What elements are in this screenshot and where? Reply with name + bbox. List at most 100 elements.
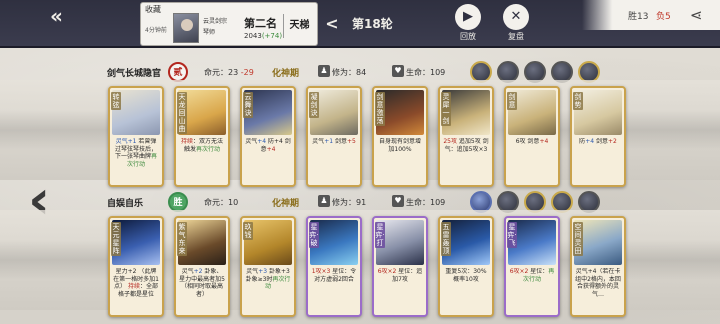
round-prev-button[interactable]: < — [325, 15, 339, 33]
double-arrow-left-icon: « — [50, 4, 63, 28]
card-desc-text: 自身现有剑意增加100% — [378, 138, 421, 153]
card-description: 防+4 剑意+2 — [575, 138, 621, 184]
player1-xiuwei: 修为：84 — [332, 68, 367, 77]
player2-card[interactable]: 五雷轰顶重复5次：30%概率10攻 — [438, 216, 494, 317]
player1-card[interactable]: 天龙回山曲持续：双方无法触发再次行动 — [174, 86, 230, 187]
player2-card[interactable]: 星弈·打 6攻×2 星位：追加7攻 — [372, 216, 428, 317]
player1-card[interactable]: 灵犀一剑 25攻 追加5攻 剑气：追加5攻×3 — [438, 86, 494, 187]
mingyuan-value: 10 — [228, 198, 239, 207]
card-desc-text: 星位： — [528, 268, 549, 275]
card-desc-text: 灵气 — [181, 268, 194, 275]
chevron-left-icon: < — [325, 14, 339, 33]
player2-card[interactable]: 紫气东来灵气+2 卦象、星力中最高者加5（相同时取最高者） — [174, 216, 230, 317]
card-description: 持续：双方无法触发再次行动 — [179, 138, 225, 184]
card-desc-text: 防+4 剑意 — [260, 138, 291, 153]
card-desc-text: 6攻 剑意 — [515, 138, 540, 145]
card-desc-text: 星位：追加7攻 — [392, 268, 423, 283]
lose-count: 负5 — [656, 12, 671, 22]
card-desc-text: +1 — [324, 138, 334, 145]
card-description: 灵气+4 防+4 剑意+4 — [245, 138, 291, 184]
card-description: 25攻 追加5攻 剑气：追加5攻×3 — [443, 138, 489, 184]
card-description: 自身现有剑意增加100% — [377, 138, 423, 184]
card-description: 1攻×3 星位：令对方虚弱2回合 — [311, 268, 357, 314]
player-name: 云灵剑宗 — [203, 18, 228, 25]
hp-icon: ♥ — [392, 65, 404, 77]
ladder-label: 天梯 — [283, 14, 315, 38]
player2-xiuwei: 修为：91 — [332, 198, 367, 207]
card-description: 灵气+1 若曾弹过琴弦琴技后，下一张琴曲牌再次行动 — [113, 138, 159, 184]
card-name: 剑意激荡 — [375, 92, 385, 126]
cultivation-icon: ♟ — [318, 195, 330, 207]
mingyuan-value: 23 — [228, 68, 239, 77]
card-description: 灵气+2 卦象、星力中最高者加5（相同时取最高者） — [179, 268, 225, 314]
card-description: 重复5次：30%概率10攻 — [443, 268, 489, 314]
card-name: 云舞诀 — [243, 92, 253, 118]
player1-card[interactable]: 转弦灵气+1 若曾弹过琴弦琴技后，下一张琴曲牌再次行动 — [108, 86, 164, 187]
back-button[interactable]: « — [50, 6, 76, 26]
card-description: 灵气+1 剑意+5 — [311, 138, 357, 184]
card-name: 转弦 — [111, 92, 121, 110]
card-name: 凝剑诀 — [309, 92, 319, 118]
player1-realm: 化神期 — [272, 69, 300, 79]
player2-realm: 化神期 — [272, 199, 300, 209]
card-name: 剑意 — [507, 92, 517, 110]
card-name: 天龙回山曲 — [177, 92, 187, 134]
card-description: 星力+2 （此牌在第一格时多加1点） 持续：全部格子都是星位 — [113, 268, 159, 314]
avatar — [173, 13, 199, 43]
card-name: 五雷轰顶 — [441, 222, 451, 256]
card-desc-text: 重复5次：30%概率10攻 — [445, 268, 487, 283]
card-desc-text: 持续 — [180, 138, 193, 145]
player-subtitle: 琴师 — [203, 29, 216, 36]
player2-card[interactable]: 玖钱 灵气+3 卦象+3 卦象≥3时再次行动 — [240, 216, 296, 317]
top-bar: « 收藏 4分钟前 云灵剑宗 琴师 第二名 2043(+74) 天梯 < 第18… — [0, 0, 720, 48]
mingyuan-label: 命元： — [204, 198, 228, 207]
card-desc-text: +4 — [539, 138, 549, 145]
card-desc-text: +2 — [607, 138, 617, 145]
match-info-panel: 收藏 4分钟前 云灵剑宗 琴师 第二名 2043(+74) 天梯 — [140, 2, 318, 46]
card-desc-text: +4 — [266, 145, 276, 153]
collect-label[interactable]: 收藏 — [145, 4, 161, 15]
card-name: 星弈·打 — [375, 222, 385, 248]
player1-card[interactable]: 凝剑诀灵气+1 剑意+5 — [306, 86, 362, 187]
player1-bar: 剑气长城隐官 贰 命元：23 -29 化神期 ♟ 修为：84 ♥ 生命：109 — [0, 61, 720, 83]
player1-card[interactable]: 剑意激荡自身现有剑意增加100% — [372, 86, 428, 187]
rank-title: 第二名 — [244, 17, 277, 30]
card-name: 天元星阵 — [111, 222, 121, 256]
mingyuan-delta: -29 — [240, 68, 254, 77]
card-name: 星弈·飞 — [507, 222, 517, 248]
card-desc-text: +5 — [346, 138, 356, 145]
review-label: 复盘 — [508, 32, 524, 41]
player1-card[interactable]: 云舞诀 灵气+4 防+4 剑意+4 — [240, 86, 296, 187]
mingyuan-label: 命元： — [204, 68, 228, 77]
card-desc-text: 剑意 — [594, 138, 608, 145]
card-desc-text: 灵气+4（若在卡组中2格内，本回合获得额外的灵气… — [575, 268, 621, 298]
replay-label: 回放 — [460, 32, 476, 41]
player2-card[interactable]: 星弈·飞 6攻×2 星位：再次行动 — [504, 216, 560, 317]
match-time: 4分钟前 — [145, 27, 167, 34]
player1-mingyuan: 命元：23 -29 — [204, 67, 254, 78]
card-desc-text: 持续 — [127, 283, 140, 290]
card-desc-text: 6攻×2 — [377, 268, 397, 275]
player2-card[interactable]: 空间灵田灵气+4（若在卡组中2格内，本回合获得额外的灵气… — [570, 216, 626, 317]
hp-icon: ♥ — [392, 195, 404, 207]
replay-button[interactable]: ▶ 回放 — [452, 4, 484, 44]
card-name: 剑势 — [573, 92, 583, 110]
player2-mingyuan: 命元：10 — [204, 197, 238, 208]
card-desc-text: 灵气 — [246, 268, 259, 275]
card-desc-text: +4 — [257, 138, 267, 145]
share-icon[interactable]: ⋖ — [690, 6, 703, 24]
player2-card[interactable]: 星弈·破 1攻×3 星位：令对方虚弱2回合 — [306, 216, 362, 317]
card-name: 空间灵田 — [573, 222, 583, 256]
card-name: 紫气东来 — [177, 222, 187, 256]
player1-card[interactable]: 剑意 6攻 剑意+4 — [504, 86, 560, 187]
card-desc-text: 灵气 — [245, 138, 258, 145]
player1-card[interactable]: 剑势防+4 剑意+2 — [570, 86, 626, 187]
player2-card[interactable]: 天元星阵星力+2 （此牌在第一格时多加1点） 持续：全部格子都是星位 — [108, 216, 164, 317]
card-description: 灵气+4（若在卡组中2格内，本回合获得额外的灵气… — [575, 268, 621, 314]
player2-bar: 自娱自乐 胜 命元：10 化神期 ♟ 修为：91 ♥ 生命：109 — [0, 191, 720, 213]
player1-name: 剑气长城隐官 — [107, 69, 162, 79]
win-count: 胜13 — [628, 12, 649, 22]
review-button[interactable]: ✕ 复盘 — [500, 4, 532, 44]
player1-hp: 生命：109 — [406, 68, 446, 77]
play-icon: ▶ — [455, 4, 481, 30]
